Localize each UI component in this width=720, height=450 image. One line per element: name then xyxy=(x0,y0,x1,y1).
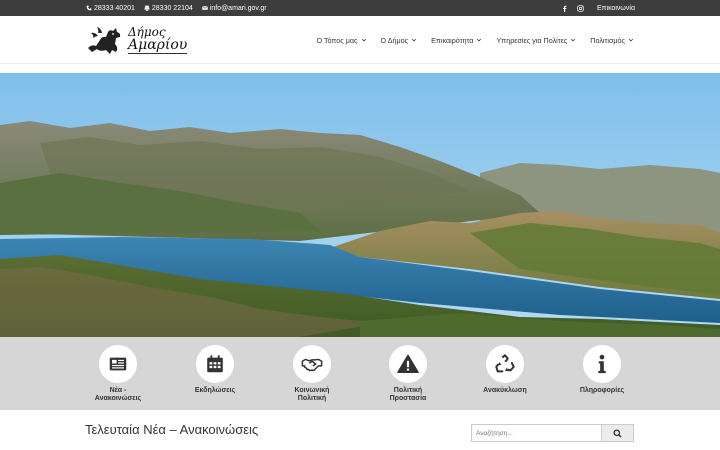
service-label-line-1: Πολιτική xyxy=(393,387,423,394)
email-text: info@amari.gov.gr xyxy=(209,4,267,12)
warning-icon xyxy=(397,354,419,373)
service-icon-circle xyxy=(486,345,524,383)
service-label: Εκδηλώσεις xyxy=(175,387,255,395)
search-input[interactable] xyxy=(471,424,602,442)
service-news[interactable]: Νέα - Ανακοινώσεις xyxy=(78,345,158,403)
contact-link[interactable]: Επικοινωνία xyxy=(597,5,635,12)
search-form xyxy=(471,424,634,442)
service-recycling[interactable]: Ανακύκλωση xyxy=(465,345,545,395)
service-icon-circle xyxy=(293,345,331,383)
services-strip: Νέα - Ανακοινώσεις Εκδηλώσεις Κοινωνική … xyxy=(0,337,720,410)
latest-news-heading: Τελευταία Νέα – Ανακοινώσεις xyxy=(85,422,259,437)
service-icon-circle xyxy=(99,345,137,383)
recycle-icon xyxy=(495,354,515,373)
service-label: Πληροφορίες xyxy=(562,387,642,395)
fax-icon xyxy=(144,5,150,11)
nav-item-label: Ο Δήμος xyxy=(380,35,409,45)
service-label-line-2: Προστασία xyxy=(389,395,427,402)
calendar-icon xyxy=(207,355,223,373)
phone-1[interactable]: 28333 40201 xyxy=(86,5,135,12)
nav-item-epikairotita[interactable]: Επικαιρότητα xyxy=(431,36,482,45)
nav-item-o-dimos[interactable]: Ο Δήμος xyxy=(381,36,418,45)
logo-text: Δήμος Αμαρίου xyxy=(128,26,188,54)
chevron-down-icon xyxy=(571,38,576,42)
nav-item-politismos[interactable]: Πολιτισμός xyxy=(590,36,634,45)
phone-2-text: 28330 22104 xyxy=(151,4,193,12)
nav-item-label: Υπηρεσίες για Πολίτες xyxy=(496,35,568,45)
contact-info: 28333 40201 28330 22104 info@amari.gov.g… xyxy=(86,0,267,16)
nav-item-ypiresies[interactable]: Υπηρεσίες για Πολίτες xyxy=(496,36,576,45)
phone-2[interactable]: 28330 22104 xyxy=(144,5,193,12)
envelope-icon xyxy=(201,5,208,10)
chevron-down-icon xyxy=(412,38,417,42)
search-icon xyxy=(613,428,622,438)
main-nav: Ο Τόπος μας Ο Δήμος Επικαιρότητα Υπηρεσί… xyxy=(316,32,634,48)
service-label-line-1: Ανακύκλωση xyxy=(483,387,527,394)
chevron-down-icon xyxy=(477,38,482,42)
service-label: Πολιτική Προστασία xyxy=(368,387,448,403)
chevron-down-icon xyxy=(628,38,634,42)
service-label-line-1: Εκδηλώσεις xyxy=(194,387,236,394)
nav-item-label: Ο Τόπος μας xyxy=(316,35,358,45)
landscape-illustration xyxy=(0,73,720,337)
site-header: Δήμος Αμαρίου Ο Τόπος μας Ο Δήμος Επικαι… xyxy=(0,16,720,64)
facebook-icon[interactable] xyxy=(561,5,568,12)
service-label-line-2: Ανακοινώσεις xyxy=(94,395,142,402)
service-social-policy[interactable]: Κοινωνική Πολιτική xyxy=(272,345,352,403)
service-events[interactable]: Εκδηλώσεις xyxy=(175,345,255,395)
phone-1-text: 28333 40201 xyxy=(94,4,135,12)
site-logo[interactable]: Δήμος Αμαρίου xyxy=(86,23,202,57)
top-bar: 28333 40201 28330 22104 info@amari.gov.g… xyxy=(0,0,720,16)
hero-landscape-image xyxy=(0,73,720,337)
email-link[interactable]: info@amari.gov.gr xyxy=(201,4,267,12)
nav-item-label: Επικαιρότητα xyxy=(431,35,474,45)
newspaper-icon xyxy=(109,357,127,371)
service-icon-circle xyxy=(583,345,621,383)
service-information[interactable]: Πληροφορίες xyxy=(562,345,642,395)
nav-item-o-topos-mas[interactable]: Ο Τόπος μας xyxy=(316,36,366,45)
logo-emblem-icon xyxy=(88,27,121,54)
service-label-line-1: Νέα - xyxy=(109,387,127,394)
nav-item-label: Πολιτισμός xyxy=(590,35,625,45)
phone-icon xyxy=(86,5,92,11)
service-label-line-2: Πολιτική xyxy=(297,395,327,402)
service-label-line-1: Κοινωνική xyxy=(294,387,330,394)
service-label: Ανακύκλωση xyxy=(465,387,545,395)
service-icon-circle xyxy=(389,345,427,383)
social-links: Επικοινωνία xyxy=(561,0,635,16)
search-button[interactable] xyxy=(602,424,634,442)
service-label: Κοινωνική Πολιτική xyxy=(272,387,352,403)
info-icon xyxy=(598,354,606,374)
service-civil-protection[interactable]: Πολιτική Προστασία xyxy=(368,345,448,403)
logo-line-2: Αμαρίου xyxy=(128,37,188,54)
service-label-line-1: Πληροφορίες xyxy=(579,387,625,394)
handshake-icon xyxy=(301,358,323,372)
service-icon-circle xyxy=(196,345,234,383)
service-label: Νέα - Ανακοινώσεις xyxy=(78,387,158,403)
instagram-icon[interactable] xyxy=(577,4,584,12)
chevron-down-icon xyxy=(361,38,366,42)
